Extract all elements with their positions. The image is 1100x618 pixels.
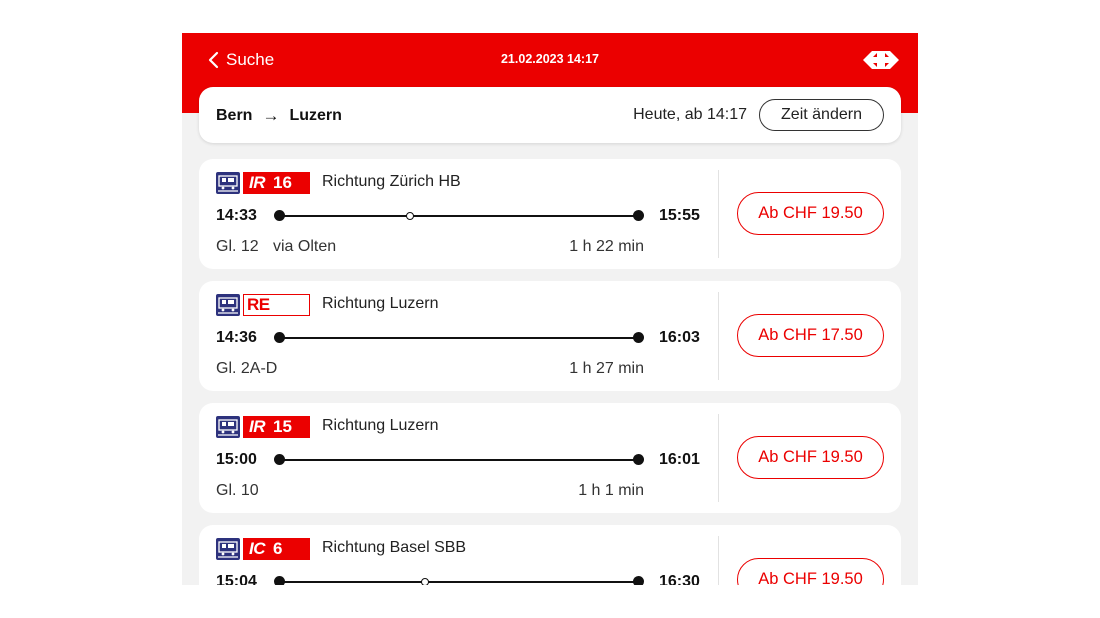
- platform: Gl. 2A-D: [216, 360, 278, 377]
- connection-card[interactable]: IR 15 Richtung Luzern 15:00 16:01 Gl. 10 1 h 1…: [199, 403, 901, 513]
- departure-dot: [274, 332, 285, 343]
- intermediate-stop-dot: [406, 212, 414, 220]
- platform: Gl. 10: [216, 482, 259, 499]
- direction: Richtung Zürich HB: [322, 173, 461, 190]
- route-arrow: →: [262, 106, 280, 125]
- route-summary: Bern → Luzern Heute, ab 14:17 Zeit änder…: [199, 87, 901, 143]
- card-divider: [718, 414, 719, 502]
- arrival-time: 15:55: [659, 207, 700, 224]
- arrival-time: 16:03: [659, 329, 700, 346]
- train-line-badge: RE: [243, 294, 310, 316]
- departure-time-filter: Heute, ab 14:17: [633, 106, 747, 123]
- departure-dot: [274, 576, 285, 585]
- direction: Richtung Basel SBB: [322, 539, 467, 556]
- train-line-badge: IR 16: [243, 172, 310, 194]
- train-icon: [216, 416, 240, 438]
- route: Bern → Luzern: [216, 106, 342, 126]
- journey-line: [279, 215, 639, 217]
- route-from: Bern: [216, 107, 253, 124]
- platform: Gl. 12: [216, 238, 259, 255]
- connection-card[interactable]: RE Richtung Luzern 14:36 16:03 Gl. 2A-D 1 h 2…: [199, 281, 901, 391]
- price-button[interactable]: Ab CHF 19.50: [737, 558, 884, 585]
- price-button[interactable]: Ab CHF 19.50: [737, 436, 884, 479]
- price-button[interactable]: Ab CHF 17.50: [737, 314, 884, 357]
- departure-time: 14:36: [216, 329, 257, 346]
- arrival-time: 16:30: [659, 573, 700, 585]
- departure-time: 15:04: [216, 573, 257, 585]
- journey-line: [279, 581, 639, 583]
- arrival-time: 16:01: [659, 451, 700, 468]
- departure-time: 15:00: [216, 451, 257, 468]
- via-station: via Olten: [273, 238, 337, 255]
- train-product: RE: [247, 295, 270, 314]
- arrival-dot: [633, 576, 644, 585]
- train-line-number: 6: [273, 539, 283, 558]
- train-product: IR: [249, 173, 266, 192]
- card-divider: [718, 170, 719, 258]
- app-screen: Suche 21.02.2023 14:17 Bern → Luzern Heu…: [182, 33, 918, 585]
- price-button[interactable]: Ab CHF 19.50: [737, 192, 884, 235]
- train-line-number: 16: [273, 173, 292, 192]
- departure-time: 14:33: [216, 207, 257, 224]
- travel-duration: 1 h 1 min: [578, 482, 644, 499]
- sbb-logo-icon: [860, 48, 902, 72]
- travel-duration: 1 h 22 min: [569, 238, 644, 255]
- train-product: IC: [249, 539, 266, 558]
- journey-line: [279, 337, 639, 339]
- connection-card[interactable]: IR 16 Richtung Zürich HB 14:33 15:55 Gl. 12 vi…: [199, 159, 901, 269]
- travel-duration: 1 h 27 min: [569, 360, 644, 377]
- train-product: IR: [249, 417, 266, 436]
- direction: Richtung Luzern: [322, 417, 439, 434]
- train-icon: [216, 294, 240, 316]
- change-time-button[interactable]: Zeit ändern: [759, 99, 884, 131]
- train-icon: [216, 172, 240, 194]
- arrival-dot: [633, 454, 644, 465]
- journey-line: [279, 459, 639, 461]
- direction: Richtung Luzern: [322, 295, 439, 312]
- route-to: Luzern: [289, 107, 342, 124]
- arrival-dot: [633, 332, 644, 343]
- arrival-dot: [633, 210, 644, 221]
- card-divider: [718, 536, 719, 585]
- departure-dot: [274, 210, 285, 221]
- header-datetime: 21.02.2023 14:17: [500, 52, 599, 66]
- train-line-number: 15: [273, 417, 292, 436]
- card-divider: [718, 292, 719, 380]
- train-icon: [216, 538, 240, 560]
- train-line-badge: IC 6: [243, 538, 310, 560]
- train-line-badge: IR 15: [243, 416, 310, 438]
- departure-dot: [274, 454, 285, 465]
- intermediate-stop-dot: [421, 578, 429, 585]
- connection-card[interactable]: IC 6 Richtung Basel SBB 15:04 16:30 Ab CHF 19…: [199, 525, 901, 585]
